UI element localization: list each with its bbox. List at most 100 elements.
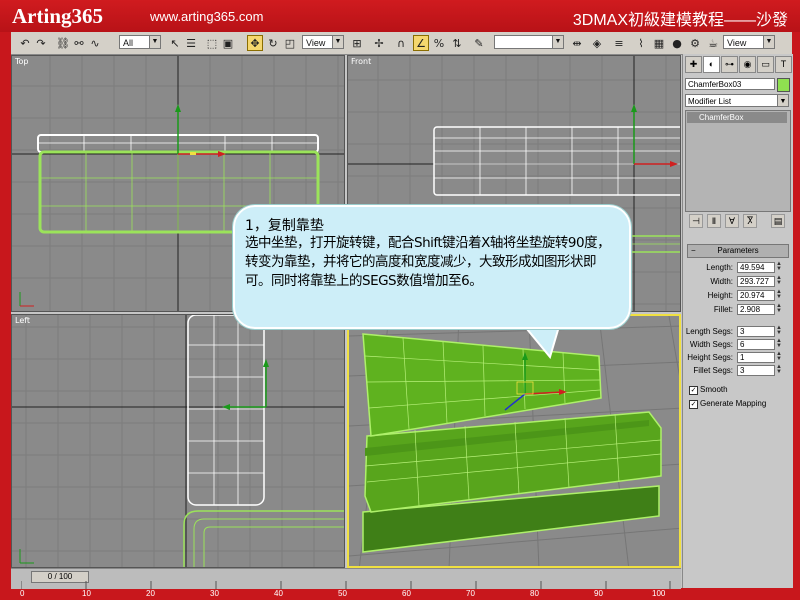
parameters-rollout-title: Parameters (717, 246, 759, 255)
smooth-checkbox-label: Smooth (700, 385, 728, 394)
spinner-snap-icon[interactable]: ⇅ (449, 35, 465, 51)
param-height-label: Height: (707, 291, 733, 300)
schematic-icon[interactable]: ▦ (651, 35, 667, 51)
motion-tab-icon[interactable]: ◉ (739, 56, 756, 73)
percent-snap-icon[interactable]: % (431, 35, 447, 51)
snap-2d-icon[interactable]: ✢ (371, 35, 387, 51)
param-width-input[interactable]: 293.727 (737, 276, 775, 287)
unlink-icon[interactable]: ⚯ (71, 35, 87, 51)
move-icon[interactable]: ✥ (247, 35, 263, 51)
reference-coord-value: View (306, 38, 326, 48)
generate-mapping-checkbox[interactable]: ✓ (689, 400, 698, 409)
main-toolbar: ↶ ↷ ⛓ ⚯ ∿ All ▼ ↖ ☰ ⬚ ▣ ✥ ↻ ◰ View ▼ ⊞ ✢… (11, 32, 792, 55)
spinner-icon[interactable]: ▲ ▼ (776, 338, 783, 350)
spinner-icon[interactable]: ▲ ▼ (776, 303, 783, 315)
param-width-row: Width: 293.727 ▲ ▼ (687, 275, 789, 288)
render-setup-icon[interactable]: ⚙ (687, 35, 703, 51)
frame-ruler (21, 581, 671, 589)
modify-tab-icon[interactable]: ◐ (703, 56, 720, 73)
chevron-down-icon: ▼ (332, 36, 343, 48)
ruler-label-50: 50 (338, 589, 347, 598)
remove-modifier-icon[interactable]: Ⴟ (743, 214, 757, 228)
object-color-swatch[interactable] (777, 78, 790, 92)
spinner-icon[interactable]: ▲ ▼ (776, 275, 783, 287)
smooth-checkbox[interactable]: ✓ (689, 386, 698, 395)
redo-icon[interactable]: ↷ (33, 35, 49, 51)
select-icon[interactable]: ↖ (167, 35, 183, 51)
param-length-row: Length: 49.594 ▲ ▼ (687, 261, 789, 274)
param-fillet-label: Fillet: (713, 305, 733, 314)
edit-named-selection-icon[interactable]: ✎ (471, 35, 487, 51)
viewport-label-front: Front (351, 57, 372, 66)
ruler-label-0: 0 (20, 589, 25, 598)
scale-icon[interactable]: ◰ (282, 35, 298, 51)
modifier-list-dropdown[interactable]: Modifier List ▼ (685, 94, 789, 107)
reference-coord-dropdown[interactable]: View ▼ (302, 35, 344, 49)
modifier-stack-item[interactable]: ChamferBox (687, 112, 787, 123)
spinner-icon[interactable]: ▲ ▼ (776, 325, 783, 337)
named-selection-dropdown[interactable]: ▼ (494, 35, 564, 49)
param-fillet-input[interactable]: 2.908 (737, 304, 775, 315)
command-panel-tabs: ✚ ◐ ⊶ ◉ ▭ T (685, 56, 792, 73)
bind-spacewarp-icon[interactable]: ∿ (87, 35, 103, 51)
ruler-label-90: 90 (594, 589, 603, 598)
modifier-list-label: Modifier List (688, 97, 732, 106)
spinner-icon[interactable]: ▲ ▼ (776, 289, 783, 301)
chevron-down-icon: ▼ (149, 36, 160, 48)
spinner-icon[interactable]: ▲ ▼ (776, 364, 783, 376)
viewport-label-left: Left (15, 316, 31, 325)
parameters-rollout-header[interactable]: − Parameters (687, 244, 789, 258)
render-view-dropdown[interactable]: View ▼ (723, 35, 775, 49)
create-tab-icon[interactable]: ✚ (685, 56, 702, 73)
hierarchy-tab-icon[interactable]: ⊶ (721, 56, 738, 73)
object-name-field[interactable]: ChamferBox03 (685, 78, 775, 90)
magnet-snap-icon[interactable]: ∩ (393, 35, 409, 51)
rotate-icon[interactable]: ↻ (265, 35, 281, 51)
pin-stack-icon[interactable]: ⊣ (689, 214, 703, 228)
site-url: www.arting365.com (150, 9, 264, 24)
left-view-scene (12, 315, 344, 567)
curve-editor-icon[interactable]: ⌇ (633, 35, 649, 51)
ruler-label-40: 40 (274, 589, 283, 598)
spinner-icon[interactable]: ▲ ▼ (776, 351, 783, 363)
width-segs-input[interactable]: 6 (737, 339, 775, 350)
rect-region-icon[interactable]: ⬚ (204, 35, 220, 51)
length-segs-input[interactable]: 3 (737, 326, 775, 337)
viewport-left[interactable]: Left (11, 314, 345, 568)
height-segs-row: Height Segs: 1 ▲ ▼ (687, 351, 789, 364)
configure-sets-icon[interactable]: ▤ (771, 214, 785, 228)
fillet-segs-input[interactable]: 3 (737, 365, 775, 376)
display-tab-icon[interactable]: ▭ (757, 56, 774, 73)
angle-snap-icon[interactable]: ∠ (413, 35, 429, 51)
link-icon[interactable]: ⛓ (55, 35, 71, 51)
selection-filter-value: All (123, 38, 134, 48)
spinner-icon[interactable]: ▲ ▼ (776, 261, 783, 273)
layer-icon[interactable]: ≡ (611, 35, 627, 51)
viewport-perspective[interactable] (347, 314, 681, 568)
param-length-label: Length: (706, 263, 733, 272)
param-height-input[interactable]: 20.974 (737, 290, 775, 301)
undo-icon[interactable]: ↶ (17, 35, 33, 51)
page-header: Arting365 www.arting365.com 3DMAX初級建模教程—… (0, 0, 800, 32)
generate-mapping-checkbox-row[interactable]: ✓ Generate Mapping (689, 398, 789, 410)
window-crossing-icon[interactable]: ▣ (220, 35, 236, 51)
length-segs-row: Length Segs: 3 ▲ ▼ (686, 325, 789, 338)
material-editor-icon[interactable]: ● (669, 35, 685, 51)
param-length-input[interactable]: 49.594 (737, 262, 775, 273)
tutorial-callout: 1，复制靠垫 选中坐垫，打开旋转键，配合Shift键沿着X轴将坐垫旋转90度，转… (233, 205, 631, 329)
mirror-icon[interactable]: ⇹ (569, 35, 585, 51)
smooth-checkbox-row[interactable]: ✓ Smooth (689, 384, 789, 396)
align-icon[interactable]: ◈ (589, 35, 605, 51)
quick-render-icon[interactable]: ☕ (705, 35, 721, 51)
utilities-tab-icon[interactable]: T (775, 56, 792, 73)
show-end-result-icon[interactable]: Ⅱ (707, 214, 721, 228)
callout-body: 选中坐垫，打开旋转键，配合Shift键沿着X轴将坐垫旋转90度，转变为靠垫，并将… (245, 235, 611, 289)
make-unique-icon[interactable]: ∀ (725, 214, 739, 228)
selection-filter-dropdown[interactable]: All ▼ (119, 35, 161, 49)
pivot-icon[interactable]: ⊞ (349, 35, 365, 51)
height-segs-input[interactable]: 1 (737, 352, 775, 363)
height-segs-label: Height Segs: (687, 353, 733, 362)
chevron-down-icon: ▼ (552, 36, 563, 48)
collapse-minus-icon: − (691, 246, 696, 255)
select-by-name-icon[interactable]: ☰ (183, 35, 199, 51)
